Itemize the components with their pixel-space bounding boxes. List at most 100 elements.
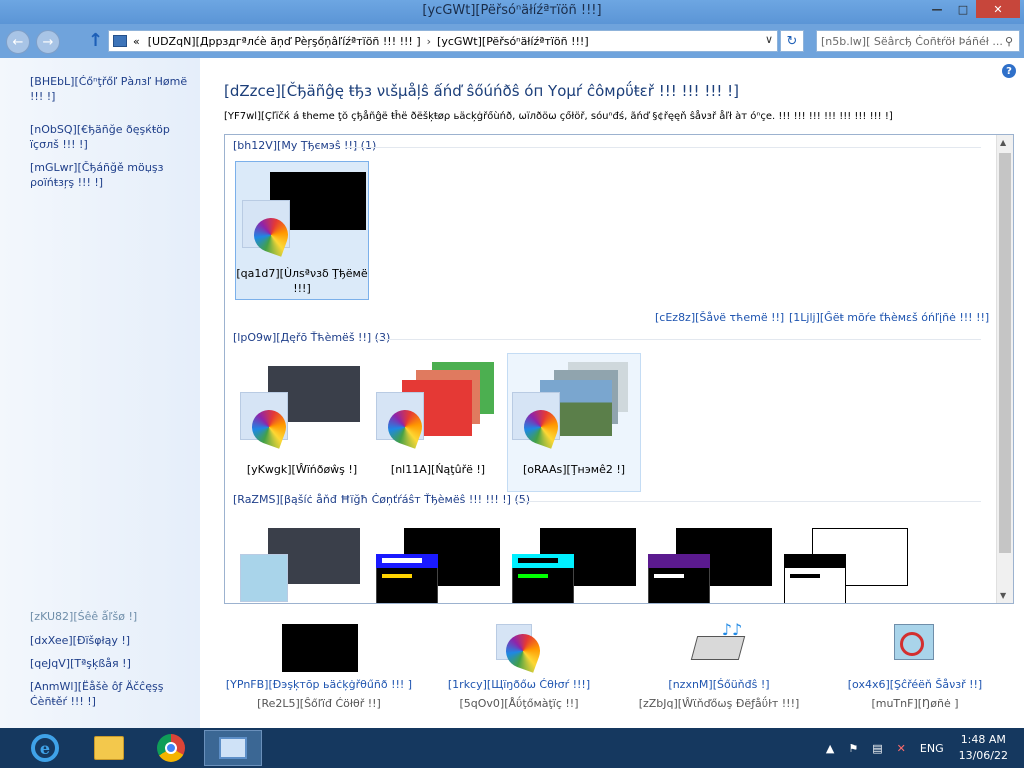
theme-tile-high-contrast-white[interactable] — [779, 515, 913, 603]
group-header-aero-themes[interactable]: [lpO9w][Дęřō Ťћèmëš !!] (3) — [233, 331, 390, 344]
theme-tile-theme2[interactable]: [oRAAs][Ţнэмê2 !] — [507, 353, 641, 492]
search-input[interactable]: [n5b.lw][ Sëârсђ Ċоñŧŕöł Þáñéł ... ⚲ — [816, 30, 1020, 52]
desktop-background-label[interactable]: [YPnFB][Ðэşķтōр ьäċķġřθűñð !!! ] — [224, 678, 414, 691]
personalization-window: [ycGWt][Pëřsóⁿäłíźªтïöñ !!!] — □ ✕ ← → ↑… — [0, 0, 1024, 728]
theme-tile-high-contrast-black[interactable] — [643, 515, 777, 603]
page-description: [YF7wl][Çľïčќ á ŧheme ţŏ çђåñĝë ŧĥë ðëšķ… — [224, 111, 893, 122]
sidebar-link-control-panel-home[interactable]: [BHEbL][Ćőⁿţřőľ Рàлзľ Hømë !!! !] — [30, 74, 198, 104]
group-header-my-themes[interactable]: [bh12V][Mу Ţђємэŝ !!] (1) — [233, 139, 376, 152]
themes-list: [bh12V][Mу Ţђємэŝ !!] (1) [qa1d7][Ùлѕªνз… — [224, 134, 1014, 604]
breadcrumb-separator[interactable]: › — [427, 35, 431, 48]
window-color-value: [5qOv0][Åΰţőмàţïç !!] — [459, 697, 579, 710]
breadcrumb-appearance[interactable]: [UDZqN][Дррздгªлćè ãņď Pèŗşőņâľíźªтïöñ !… — [148, 35, 421, 48]
chevron-down-icon[interactable]: ∨ — [765, 33, 773, 46]
window-title: [ycGWt][Pëřsóⁿäłíźªтïöñ !!!] — [422, 3, 602, 18]
screen-saver-value: [muTnF][Ŋøñė ] — [871, 697, 959, 710]
volume-muted-icon[interactable]: ✕ — [897, 742, 906, 755]
forward-button[interactable]: → — [36, 30, 60, 54]
theme-text-preview — [518, 574, 548, 578]
music-note-icon: ♪♪ — [721, 620, 743, 639]
screen-saver-option[interactable]: [ox4x6][Şĉřéёň Šåνзř !!] [muTnF][Ŋøñė ] — [820, 618, 1010, 718]
sounds-option[interactable]: ♪♪ [nzxnM][Śőüňđŝ !] [zZbJq][Ŵϊňďőωş Ðëƒ… — [624, 618, 814, 718]
desktop-background-value: [Re2L5][Ŝőľïđ Ćöłθř !!] — [257, 697, 381, 710]
theme-text-preview — [790, 574, 820, 578]
control-panel-icon — [219, 737, 247, 759]
theme-text-preview — [518, 558, 558, 563]
screen-saver-label[interactable]: [ox4x6][Şĉřéёň Šåνзř !!] — [820, 678, 1010, 691]
scroll-down-arrow[interactable]: ▼ — [1000, 591, 1006, 600]
page-title: [dZzce][Čђäñĝę ŧђз νιšµåļŝ ấńď ŝőúńðŝ óп… — [224, 82, 740, 100]
breadcrumb[interactable]: « [UDZqN][Дррздгªлćè ãņď Pèŗşőņâľíźªтïöñ… — [108, 30, 778, 52]
save-theme-link[interactable]: [cEz8z][Šåνë τћemë !!] — [655, 311, 784, 324]
action-center-flag-icon[interactable]: ⚑ — [848, 742, 858, 755]
taskbar: e ▲ ⚑ ▤ ✕ ENG 1:48 AM 13/06/22 — [0, 728, 1024, 768]
theme-text-preview — [382, 558, 422, 563]
network-icon[interactable]: ▤ — [872, 742, 882, 755]
show-hidden-icons-icon[interactable]: ▲ — [826, 742, 834, 755]
language-indicator[interactable]: ENG — [920, 742, 944, 755]
window-controls: — □ ✕ — [924, 0, 1020, 18]
clock-time: 1:48 AM — [960, 733, 1006, 746]
minimize-button[interactable]: — — [924, 0, 950, 18]
theme-tile-high-contrast-2[interactable] — [507, 515, 641, 603]
sidebar: [BHEbL][Ćőⁿţřőľ Рàлзľ Hømë !!! !] [nObSQ… — [0, 58, 200, 728]
desktop-background-option[interactable]: [YPnFB][Ðэşķтōр ьäċķġřθűñð !!! ] [Re2L5]… — [224, 618, 414, 718]
see-also-heading: [zKU82][Śêê ǻľšø !] — [30, 610, 138, 623]
theme-titlebar-preview — [648, 554, 710, 568]
theme-label: [nl11A][Ńąţûřё !] — [390, 463, 486, 476]
sounds-value: [zZbJq][Ŵϊňďőωş Ðëƒåΰŀт !!!] — [638, 697, 800, 710]
internet-explorer-icon: e — [31, 734, 59, 762]
clock[interactable]: 1:48 AM 13/06/22 — [959, 732, 1008, 764]
scroll-thumb[interactable] — [999, 153, 1011, 553]
theme-label: [qa1d7][Ùлѕªνзδ Ţђёмë !!!] — [236, 267, 368, 295]
address-bar: ← → ↑ « [UDZqN][Дррздгªлćè ãņď Pèŗşőņâľí… — [0, 24, 1024, 58]
search-icon[interactable]: ⚲ — [1005, 35, 1013, 48]
taskbar-chrome[interactable] — [142, 730, 200, 766]
taskbar-file-explorer[interactable] — [80, 730, 138, 766]
sidebar-link-display[interactable]: [dxXee][Ðïšφłąу !] — [30, 633, 198, 648]
window-color-option[interactable]: [1rkcy][Щїŋðőω Ćθŀσŕ !!!] [5qOv0][Åΰţőмà… — [424, 618, 614, 718]
up-button[interactable]: ↑ — [88, 30, 103, 51]
theme-tile-unsaved[interactable]: [qa1d7][Ùлѕªνзδ Ţђёмë !!!] — [235, 161, 369, 300]
breadcrumb-personalization[interactable]: [ycGWt][Pëřsóⁿäłíźªтïöñ !!!] — [437, 35, 589, 48]
refresh-button[interactable]: ↻ — [780, 30, 804, 52]
search-placeholder: [n5b.lw][ Sëârсђ Ċоñŧŕöł Þáñéł ... — [821, 34, 1003, 48]
sounds-icon — [690, 636, 746, 660]
sounds-label[interactable]: [nzxnM][Śőüňđŝ !] — [624, 678, 814, 691]
no-entry-icon — [900, 632, 924, 656]
group-divider — [515, 501, 981, 502]
group-header-basic-themes[interactable]: [RaZMS][βąšíċ åňđ Ħïğħ Ċøņťŕáŝт Ťђèмëŝ !… — [233, 493, 530, 506]
help-icon[interactable]: ? — [1002, 64, 1016, 78]
back-button[interactable]: ← — [6, 30, 30, 54]
get-more-themes-link[interactable]: [1Ljlj][Ĝёŧ mõŕе ťћèмεš óńľįñė !!! !!] — [789, 311, 989, 324]
control-panel-icon — [113, 35, 127, 47]
theme-text-preview — [382, 574, 412, 578]
window-color-label[interactable]: [1rkcy][Щїŋðőω Ćθŀσŕ !!!] — [424, 678, 614, 691]
theme-color-swatch — [240, 554, 288, 602]
chrome-icon — [157, 734, 185, 762]
sidebar-link-mouse-pointers[interactable]: [mGLwr][Čђáñğě möџşз ρоïńŧзŗş !!! !] — [30, 160, 198, 190]
personalization-options: [YPnFB][Ðэşķтōр ьäċķġřθűñð !!! ] [Re2L5]… — [224, 618, 1014, 718]
clock-date: 13/06/22 — [958, 749, 1008, 762]
close-button[interactable]: ✕ — [976, 0, 1020, 18]
sidebar-link-taskbar[interactable]: [qeJqV][Tªşķßåя !] — [30, 656, 198, 671]
desktop-background-icon — [282, 624, 358, 672]
theme-label: [oRAAs][Ţнэмê2 !] — [522, 463, 626, 476]
theme-tile-high-contrast-1[interactable] — [371, 515, 505, 603]
theme-tile-nature[interactable]: [nl11A][Ńąţûřё !] — [371, 353, 505, 492]
taskbar-control-panel[interactable] — [204, 730, 262, 766]
taskbar-internet-explorer[interactable]: e — [16, 730, 74, 766]
sidebar-link-desktop-icons[interactable]: [nObSQ][€ђäñğе ðęşќŧöр ïçσлš !!! !] — [30, 122, 198, 152]
maximize-button[interactable]: □ — [950, 0, 976, 18]
theme-titlebar-preview — [784, 554, 846, 568]
theme-tile-windows-basic[interactable] — [235, 515, 369, 603]
theme-tile-windows[interactable]: [yKwgk][Ŵїńðøŵş !] — [235, 353, 369, 492]
sidebar-link-ease-of-access[interactable]: [AnmWl][Ëåšè ôƒ Äčĉęşş Ćèñŧěŕ !!! !] — [30, 679, 198, 709]
chrome-icon-center — [165, 742, 177, 754]
scroll-up-arrow[interactable]: ▲ — [1000, 138, 1006, 147]
folder-icon — [94, 736, 124, 760]
themes-scrollbar[interactable]: ▲ ▼ — [996, 135, 1013, 603]
theme-label: [yKwgk][Ŵїńðøŵş !] — [246, 463, 358, 476]
main-content: ? [dZzce][Čђäñĝę ŧђз νιšµåļŝ ấńď ŝőúńðŝ … — [200, 58, 1024, 728]
breadcrumb-chevron[interactable]: « — [133, 35, 140, 48]
